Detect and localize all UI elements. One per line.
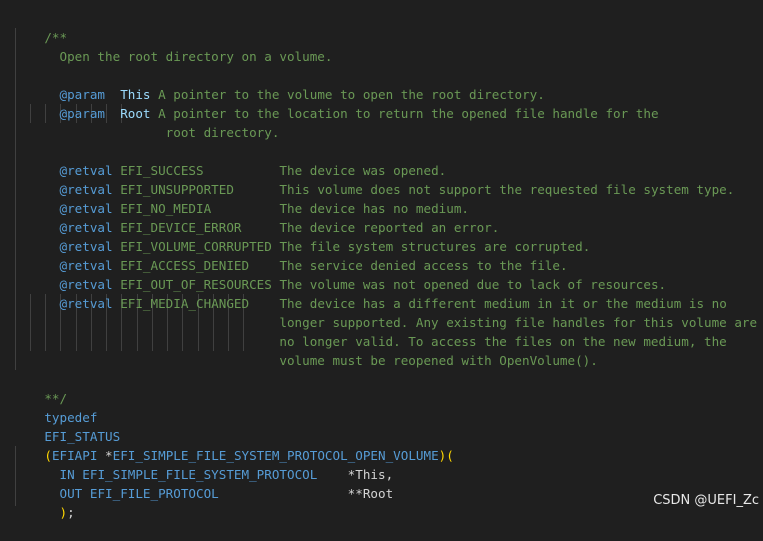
code-line: volume must be reopened with OpenVolume(… — [14, 332, 597, 368]
code-line: @param This A pointer to the volume to o… — [14, 66, 545, 102]
comment-summary: Open the root directory on a volume. — [59, 49, 333, 64]
code-line: @retval EFI_UNSUPPORTED This volume does… — [14, 161, 735, 197]
code-line: /** — [14, 9, 67, 45]
semicolon: ; — [67, 505, 75, 520]
code-line: @retval EFI_DEVICE_ERROR The device repo… — [14, 199, 500, 235]
param-desc-cont: root directory. — [165, 125, 280, 140]
code-line: ); — [14, 484, 75, 520]
arg-type: EFI_FILE_PROTOCOL — [89, 486, 219, 501]
close-paren: ) — [59, 505, 68, 520]
open-paren: ( — [446, 448, 454, 463]
code-editor[interactable]: /** Open the root directory on a volume.… — [0, 0, 763, 520]
code-line: longer supported. Any existing file hand… — [14, 294, 757, 330]
code-line: root directory. — [14, 104, 280, 140]
arg-name: **Root — [347, 486, 394, 501]
code-line: @retval EFI_SUCCESS The device was opene… — [14, 142, 447, 178]
code-line: @retval EFI_NO_MEDIA The device has no m… — [14, 180, 469, 216]
code-line: @param Root A pointer to the location to… — [14, 85, 659, 121]
code-line: IN EFI_SIMPLE_FILE_SYSTEM_PROTOCOL *This… — [14, 446, 394, 482]
code-line: @retval EFI_OUT_OF_RESOURCES The volume … — [14, 256, 667, 292]
code-line: typedef — [14, 389, 97, 425]
code-line: **/ — [14, 370, 67, 406]
code-line: (EFIAPI *EFI_SIMPLE_FILE_SYSTEM_PROTOCOL… — [14, 427, 454, 463]
code-line: OUT EFI_FILE_PROTOCOL **Root — [14, 465, 394, 501]
watermark: CSDN @UEFI_Zc — [653, 493, 759, 508]
code-line: Open the root directory on a volume. — [14, 28, 333, 64]
code-line: @retval EFI_MEDIA_CHANGED The device has… — [14, 275, 727, 311]
code-line: EFI_STATUS — [14, 408, 120, 444]
code-line: @retval EFI_VOLUME_CORRUPTED The file sy… — [14, 218, 591, 254]
code-line: no longer valid. To access the files on … — [14, 313, 726, 349]
retval-desc-cont: volume must be reopened with OpenVolume(… — [279, 353, 598, 368]
code-line: @retval EFI_ACCESS_DENIED The service de… — [14, 237, 568, 273]
